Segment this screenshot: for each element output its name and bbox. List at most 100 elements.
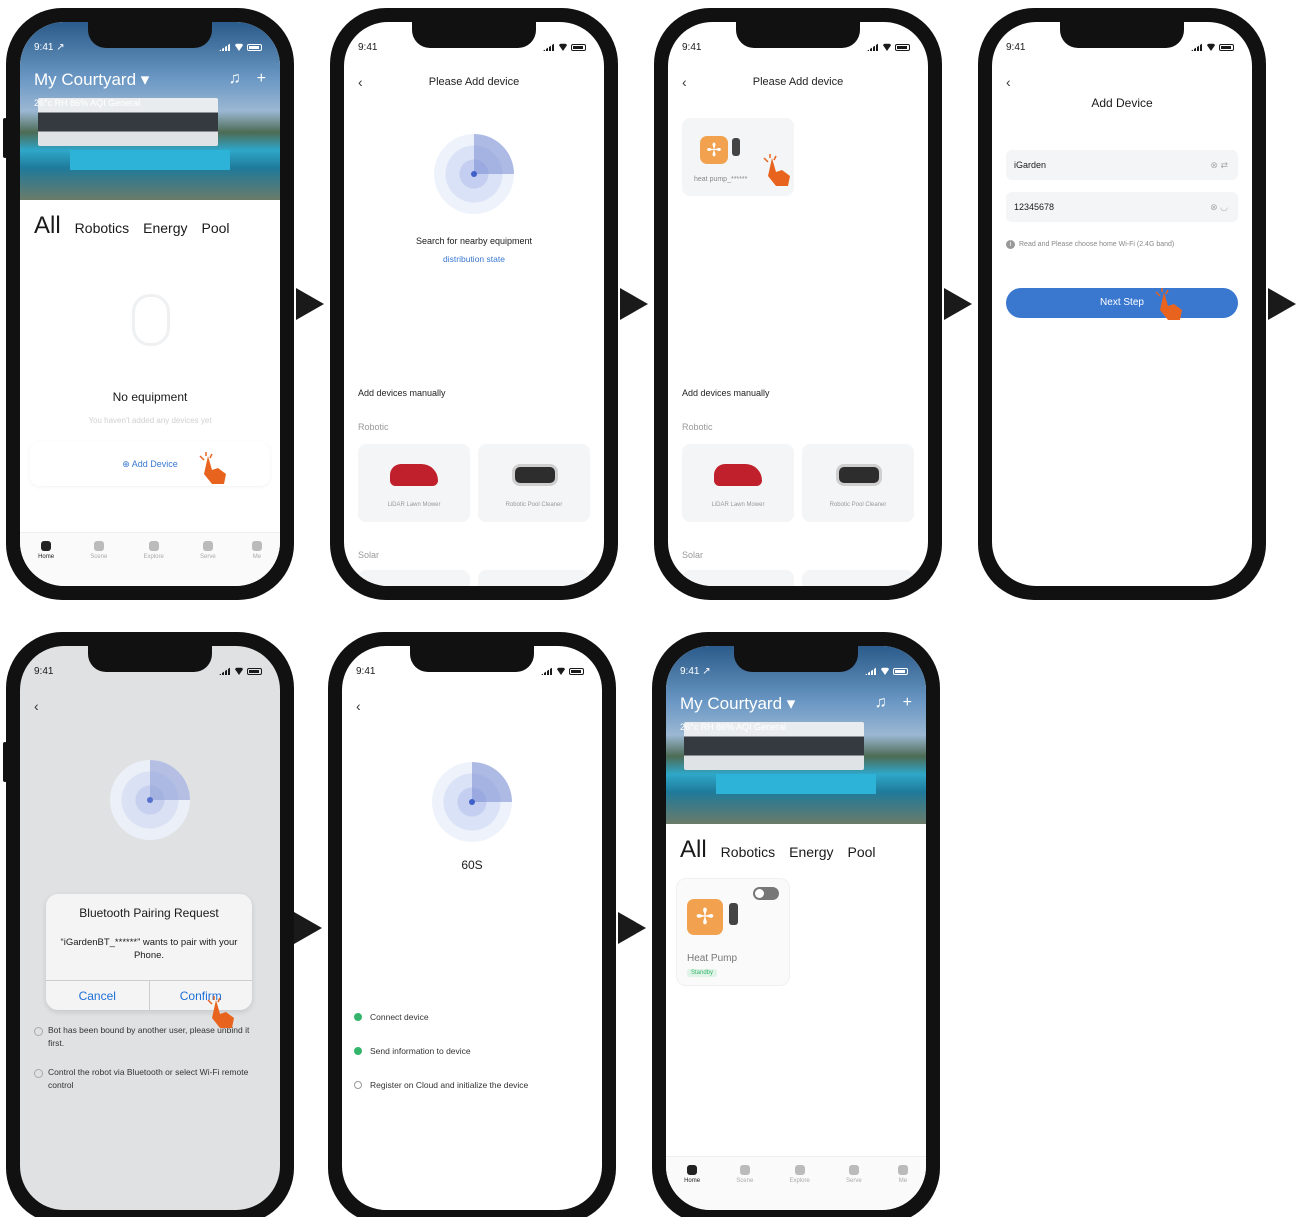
screen: 9:41 ↗ My Courtyard ▾ 26°c RH 86% AQI Ge… (20, 22, 280, 586)
page-title: Please Add device (752, 76, 844, 88)
robotic-label: Robotic (358, 422, 389, 432)
add-circle-icon: ⊕ (122, 459, 132, 469)
page-title: Add Device (1091, 96, 1153, 110)
tab-all[interactable]: All (680, 836, 707, 864)
nav-scene[interactable]: Scene (736, 1165, 753, 1184)
tab-pool[interactable]: Pool (202, 220, 230, 236)
fan-icon: ✢ (687, 899, 723, 935)
flow-arrow (1268, 288, 1296, 320)
mower-card[interactable]: LiDAR Lawn Mower (682, 444, 794, 522)
pool-cleaner-name: Robotic Pool Cleaner (505, 502, 563, 508)
empty-title: No equipment (112, 390, 188, 404)
status-badge: Standby (687, 969, 718, 977)
switch-network-icon[interactable]: ⇄ (1220, 160, 1228, 170)
info-icon: i (1006, 240, 1015, 249)
tab-all[interactable]: All (34, 212, 61, 240)
phone-home-device: 9:41 ↗ My Courtyard ▾ 26°c RH 86% AQI Ge… (652, 632, 940, 1217)
radar-scan-icon (432, 762, 512, 842)
battery-icon (571, 43, 586, 51)
nav-label: Me (252, 554, 262, 560)
mower-image (714, 464, 762, 486)
phone-bluetooth-pairing: 9:41 ‹ Bluetooth Pairing Request “iGarde… (3, 632, 294, 1217)
heart-icon (202, 541, 213, 551)
tab-pool[interactable]: Pool (848, 844, 876, 860)
back-chevron-icon[interactable]: ‹ (1006, 74, 1011, 90)
pool-image (716, 774, 876, 794)
nav-explore[interactable]: Explore (144, 541, 164, 560)
nav-serve[interactable]: Serve (846, 1165, 862, 1184)
manual-add-label: Add devices manually (682, 388, 770, 398)
solar-card[interactable] (478, 570, 590, 586)
plus-icon[interactable]: + (903, 694, 912, 712)
plus-icon[interactable]: + (257, 70, 266, 88)
power-toggle[interactable] (753, 887, 779, 900)
empty-subtitle: You haven't added any devices yet (88, 416, 212, 425)
tab-robotics[interactable]: Robotics (721, 844, 775, 860)
status-time: 9:41 (1006, 41, 1026, 53)
battery-icon (1219, 43, 1234, 51)
tap-hand-icon (1155, 288, 1182, 320)
phone-device-found: 9:41 ‹ Please Add device ✢ heat pump_***… (654, 8, 942, 600)
phone-wifi-setup: 9:41 ‹ Add Device iGarden ⊗ ⇄ 12345678 ⊗ ◡… (978, 8, 1266, 600)
solar-card[interactable] (682, 570, 794, 586)
nav-me[interactable]: Me (251, 541, 262, 560)
manual-add-label: Add devices manually (358, 388, 446, 398)
radar-scan-icon (434, 134, 514, 214)
pool-cleaner-card[interactable]: Robotic Pool Cleaner (802, 444, 914, 522)
nav-home[interactable]: Home (38, 541, 54, 560)
next-step-button[interactable]: Next Step (1006, 288, 1238, 318)
battery-icon (895, 43, 910, 51)
empty-illustration (132, 294, 170, 346)
cancel-button[interactable]: Cancel (46, 981, 149, 1010)
back-chevron-icon[interactable]: ‹ (356, 698, 361, 714)
tab-energy[interactable]: Energy (143, 220, 187, 236)
solar-card[interactable] (802, 570, 914, 586)
nav-scene[interactable]: Scene (90, 541, 107, 560)
nav-serve[interactable]: Serve (200, 541, 216, 560)
signal-icon (865, 667, 877, 675)
bell-icon[interactable]: ♫ (229, 70, 241, 88)
nav-label: Home (38, 554, 55, 560)
pool-cleaner-card[interactable]: Robotic Pool Cleaner (478, 444, 590, 522)
nav-home[interactable]: Home (684, 1165, 700, 1184)
add-device-button[interactable]: ⊕ Add Device (30, 442, 270, 486)
tap-hand-icon (763, 154, 790, 186)
notch (1060, 22, 1184, 48)
wifi-ssid-field[interactable]: iGarden ⊗ ⇄ (1006, 150, 1238, 180)
screen: 9:41 ‹ Please Add device ✢ heat pump_***… (668, 22, 928, 586)
bell-icon[interactable]: ♫ (875, 694, 887, 712)
tab-energy[interactable]: Energy (789, 844, 833, 860)
side-button (3, 118, 7, 158)
distribution-state-link[interactable]: distribution state (344, 254, 604, 264)
searching-text: Search for nearby equipment (415, 236, 533, 246)
signal-icon (1191, 43, 1203, 51)
status-time: 9:41 (34, 665, 54, 677)
heat-pump-tile[interactable]: ✢ Heat Pump Standby (676, 878, 790, 986)
bluetooth-pairing-dialog: Bluetooth Pairing Request “iGardenBT_***… (46, 894, 252, 1010)
clear-icon[interactable]: ⊗ (1210, 202, 1218, 212)
clear-icon[interactable]: ⊗ (1210, 160, 1218, 170)
solar-card[interactable] (358, 570, 470, 586)
nav-explore[interactable]: Explore (790, 1165, 810, 1184)
wifi-password-field[interactable]: 12345678 ⊗ ◡ (1006, 192, 1238, 222)
check-icon (354, 1013, 362, 1021)
password-value: 12345678 (1014, 202, 1055, 212)
nav-label: Serve (846, 1178, 862, 1184)
phone-searching: 9:41 ‹ Please Add device Search for near… (330, 8, 618, 600)
bullet-item: Control the robot via Bluetooth or selec… (34, 1066, 266, 1092)
mower-card[interactable]: LiDAR Lawn Mower (358, 444, 470, 522)
tab-robotics[interactable]: Robotics (75, 220, 129, 236)
pool-cleaner-name: Robotic Pool Cleaner (829, 502, 887, 508)
home-selector[interactable]: My Courtyard ▾ (34, 70, 149, 90)
scene-icon (739, 1165, 750, 1175)
back-chevron-icon[interactable]: ‹ (34, 698, 39, 714)
wifi-icon (882, 43, 892, 51)
step-label: Register on Cloud and initialize the dev… (370, 1080, 529, 1090)
eye-closed-icon[interactable]: ◡ (1220, 202, 1228, 212)
notch (736, 22, 860, 48)
step-label: Connect device (370, 1012, 429, 1022)
battery-icon (247, 43, 262, 51)
nav-label: Scene (90, 554, 108, 560)
nav-me[interactable]: Me (897, 1165, 908, 1184)
home-selector[interactable]: My Courtyard ▾ (680, 694, 795, 714)
